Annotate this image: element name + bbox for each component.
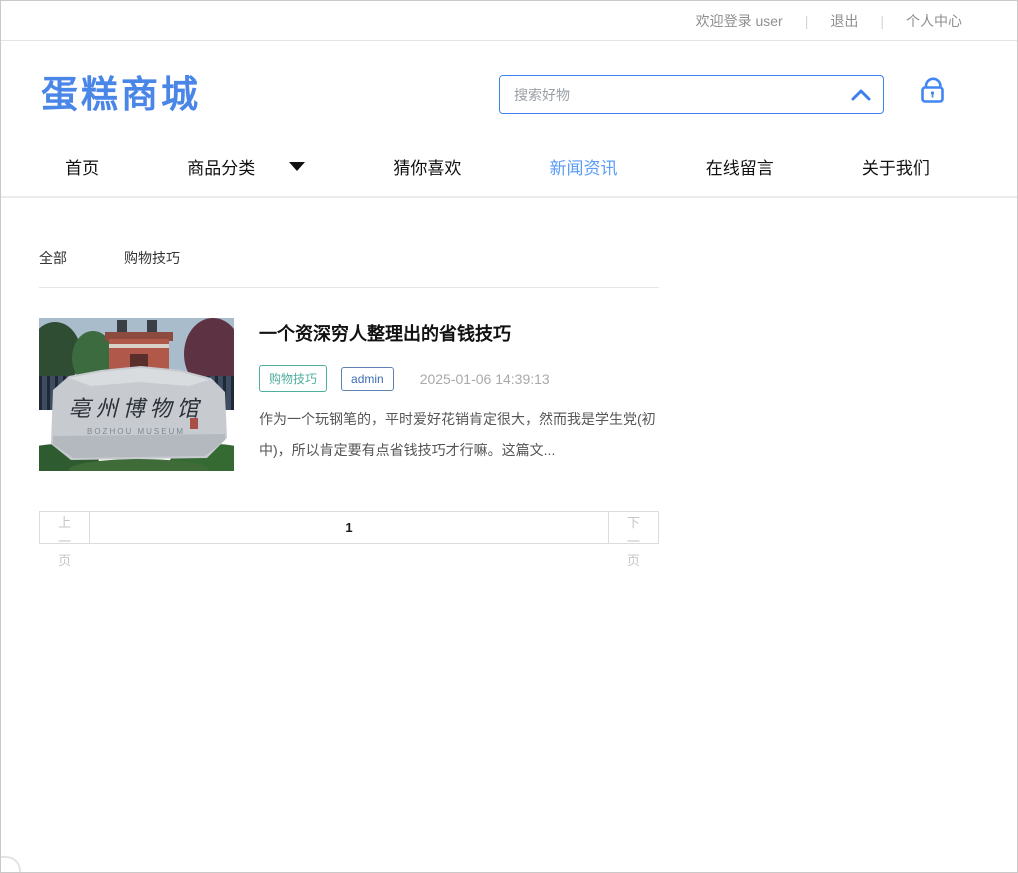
nav-item-categories[interactable]: 商品分类 [187, 154, 306, 179]
nav-item-home[interactable]: 首页 [65, 154, 99, 179]
news-excerpt: 作为一个玩钢笔的，平时爱好花销肯定很大，然而我是学生党(初中)，所以肯定要有点省… [259, 411, 656, 458]
stone-subtext: BOZHOU MUSEUM [87, 427, 185, 436]
stone-calligraphy-text: 亳州博物馆 [68, 397, 203, 422]
cart-button[interactable] [916, 72, 950, 112]
topbar: 欢迎登录 user | 退出 | 个人中心 [1, 1, 1017, 41]
nav-item-about-us[interactable]: 关于我们 [862, 154, 930, 179]
nav-label: 在线留言 [705, 158, 774, 178]
header: 蛋糕商城 [1, 42, 1017, 136]
news-thumbnail[interactable]: 亳州博物馆 BOZHOU MUSEUM [39, 318, 234, 471]
search-input[interactable] [500, 76, 839, 113]
nav-label: 首页 [65, 158, 100, 178]
nav-item-guess-you-like[interactable]: 猜你喜欢 [393, 154, 461, 179]
corner-widget [1, 856, 21, 872]
page-number-1[interactable]: 1 [89, 511, 609, 544]
chevron-up-icon [851, 89, 871, 100]
nav-item-news[interactable]: 新闻资讯 [550, 154, 618, 179]
topbar-divider: | [880, 12, 884, 29]
filter-tab-shopping-tips[interactable]: 购物技巧 [124, 248, 180, 268]
nav-label: 猜你喜欢 [393, 158, 462, 178]
next-page-button[interactable]: 下一页 [607, 511, 659, 568]
caret-down-icon [289, 161, 306, 171]
site-logo[interactable]: 蛋糕商城 [41, 64, 201, 118]
logout-link[interactable]: 退出 [830, 11, 858, 31]
nav-item-message-board[interactable]: 在线留言 [706, 154, 774, 179]
tag-author-admin: admin [341, 366, 394, 391]
welcome-user-text: 欢迎登录 user [695, 12, 783, 29]
museum-photo: 亳州博物馆 BOZHOU MUSEUM [39, 318, 234, 471]
news-title[interactable]: 一个资深穷人整理出的省钱技巧 [259, 322, 659, 346]
nav-label: 商品分类 [187, 158, 256, 178]
news-info: 一个资深穷人整理出的省钱技巧 购物技巧 admin 2025-01-06 14:… [259, 318, 659, 471]
news-date: 2025-01-06 14:39:13 [419, 370, 550, 387]
news-meta: 购物技巧 admin 2025-01-06 14:39:13 [259, 365, 659, 392]
lock-icon [921, 77, 944, 103]
pagination: 上一页 1 下一页 [39, 511, 659, 568]
filter-tab-all[interactable]: 全部 [39, 248, 67, 268]
search-suggest-toggle[interactable] [839, 76, 883, 113]
search-box [499, 75, 884, 114]
page: 欢迎登录 user | 退出 | 个人中心 蛋糕商城 搜索好物 首页 商品分类 … [0, 0, 1018, 873]
main-nav: 首页 商品分类 猜你喜欢 新闻资讯 在线留言 关于我们 [1, 136, 1017, 198]
news-list-item[interactable]: 亳州博物馆 BOZHOU MUSEUM 一个资深穷人整理出的省钱技巧 购物技巧 … [39, 318, 659, 471]
news-content: 全部 购物技巧 亳州博物馆 BOZHOU MUSEUM 一个资深穷人整理出的省钱… [39, 200, 659, 568]
nav-label: 新闻资讯 [549, 158, 618, 178]
filter-divider [39, 287, 659, 288]
nav-label: 关于我们 [861, 158, 930, 178]
tag-shopping-tips: 购物技巧 [259, 365, 328, 392]
category-filter-tabs: 全部 购物技巧 [39, 200, 659, 287]
topbar-divider: | [804, 12, 809, 29]
prev-page-button[interactable]: 上一页 [39, 511, 91, 568]
profile-link[interactable]: 个人中心 [906, 11, 962, 31]
